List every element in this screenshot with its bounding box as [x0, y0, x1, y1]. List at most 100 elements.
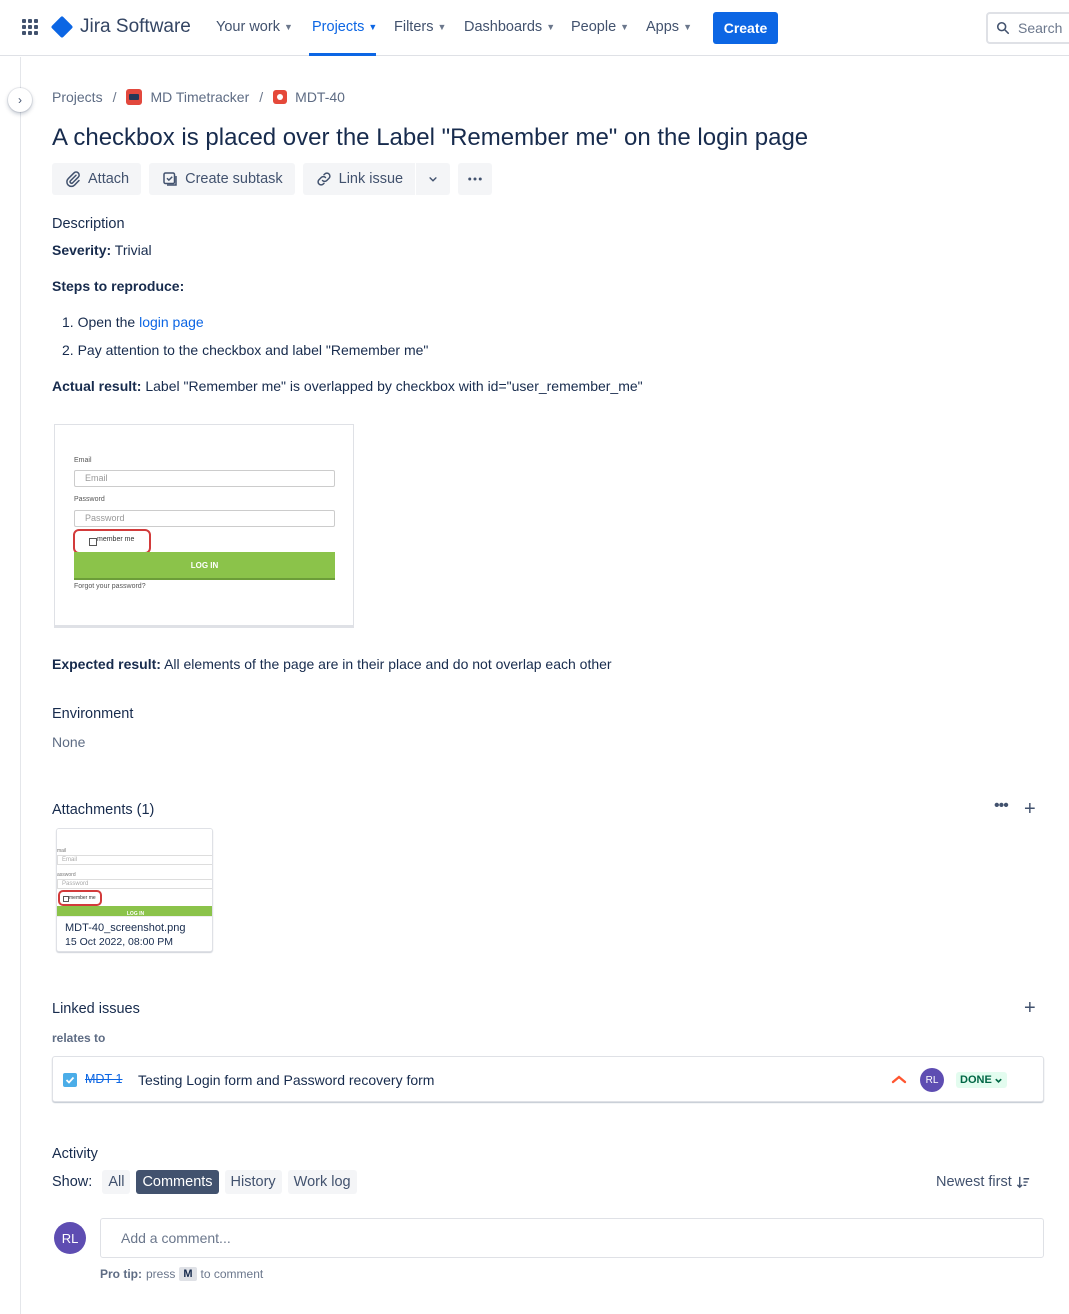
embed-login-button: LOG IN [74, 552, 335, 580]
breadcrumb-issue[interactable]: MDT-40 [273, 89, 345, 105]
step-1[interactable]: 1. Open the login page [62, 314, 204, 330]
show-label: Show: [52, 1174, 93, 1190]
breadcrumb-separator: / [259, 89, 264, 105]
environment-value[interactable]: None [52, 734, 85, 750]
embed-password-field: Password [74, 510, 335, 527]
add-attachment-button[interactable]: + [1024, 799, 1036, 819]
chevron-down-icon: ▼ [437, 22, 447, 32]
app-switcher-icon[interactable] [22, 19, 38, 35]
thumb-password-field: Password [57, 879, 212, 889]
chevron-down-icon: ▼ [546, 22, 556, 32]
embed-password-label: Password [74, 496, 105, 503]
step-2-text: Pay attention to the checkbox and label … [77, 342, 429, 358]
more-actions-button[interactable] [458, 163, 493, 195]
subtask-icon [163, 172, 177, 186]
keyboard-shortcut: M [179, 1267, 197, 1281]
steps-label: Steps to reproduce: [52, 278, 185, 294]
chevron-right-icon: › [18, 93, 22, 107]
link-issue-button[interactable]: Link issue [302, 163, 416, 195]
highlight-ring [73, 529, 151, 554]
pro-tip: Pro tip: press M to comment [100, 1267, 263, 1281]
more-icon [468, 177, 482, 181]
filter-work-log[interactable]: Work log [287, 1170, 357, 1194]
attach-button[interactable]: Attach [52, 163, 142, 195]
more-icon: ••• [994, 797, 1009, 814]
linked-issue-summary[interactable]: Testing Login form and Password recovery… [138, 1072, 434, 1088]
nav-apps[interactable]: Apps ▼ [646, 19, 692, 35]
sort-icon [1016, 1176, 1029, 1188]
thumb-email-field: Email [57, 855, 212, 865]
embedded-screenshot[interactable]: Email Email Password Password member me … [54, 424, 354, 626]
link-issue-split-button: Link issue [302, 163, 451, 195]
link-icon [317, 172, 331, 186]
nav-filters[interactable]: Filters ▼ [394, 19, 446, 35]
sidebar-rail [20, 57, 21, 1314]
login-page-link[interactable]: login page [139, 314, 204, 330]
nav-your-work[interactable]: Your work ▼ [216, 19, 293, 35]
product-name: Jira Software [80, 16, 191, 37]
nav-people[interactable]: People ▼ [571, 19, 629, 35]
thumb-password-label: assword [57, 872, 76, 878]
breadcrumb-project[interactable]: MD Timetracker [126, 89, 249, 105]
add-linked-issue-button[interactable]: + [1024, 998, 1036, 1018]
status-label: DONE [960, 1074, 992, 1086]
severity-line[interactable]: Severity: Trivial [52, 242, 152, 258]
actual-result[interactable]: Actual result: Label "Remember me" is ov… [52, 378, 643, 394]
create-subtask-label: Create subtask [185, 171, 283, 187]
chevron-down-icon [429, 177, 437, 182]
activity-filter: Show: All Comments History Work log [52, 1170, 357, 1194]
jira-logo[interactable]: Jira Software [50, 15, 191, 39]
thumb-login-button: LOG IN [57, 906, 212, 916]
chevron-down-icon: ▼ [620, 22, 630, 32]
description-heading: Description [52, 216, 125, 232]
breadcrumb-projects[interactable]: Projects [52, 89, 103, 105]
issue-key: MDT-40 [295, 89, 345, 105]
nav-label: Your work [216, 19, 280, 35]
actual-label: Actual result: [52, 378, 142, 394]
relation-type: relates to [52, 1031, 106, 1045]
nav-label: Apps [646, 19, 680, 35]
embed-email-label: Email [74, 457, 92, 464]
linked-issues-heading: Linked issues [52, 1001, 140, 1017]
top-navigation: Jira Software Your work ▼ Projects ▼ Filte… [0, 0, 1069, 56]
expected-result[interactable]: Expected result: All elements of the pag… [52, 656, 612, 672]
breadcrumb: Projects / MD Timetracker / MDT-40 [52, 89, 345, 105]
create-button[interactable]: Create [713, 12, 778, 44]
nav-dashboards[interactable]: Dashboards ▼ [464, 19, 555, 35]
step-2[interactable]: 2. Pay attention to the checkbox and lab… [62, 342, 428, 358]
paperclip-icon [66, 171, 80, 188]
sort-order-button[interactable]: Newest first [936, 1174, 1031, 1190]
current-user-avatar[interactable]: RL [54, 1222, 86, 1254]
project-icon [126, 89, 143, 105]
filter-comments[interactable]: Comments [136, 1170, 219, 1194]
filter-all[interactable]: All [102, 1170, 131, 1194]
attachments-more-button[interactable]: ••• [994, 797, 1009, 814]
status-dropdown[interactable]: DONE [956, 1072, 1007, 1088]
nav-projects[interactable]: Projects ▼ [312, 19, 377, 35]
protip-press: press [146, 1267, 176, 1281]
link-issue-dropdown-button[interactable] [416, 163, 451, 195]
nav-label: Filters [394, 19, 434, 35]
attachment-card[interactable]: mail Email assword Password member me LO… [56, 828, 213, 952]
create-subtask-button[interactable]: Create subtask [149, 163, 295, 195]
activity-heading: Activity [52, 1146, 98, 1162]
chevron-down-icon: ▼ [283, 22, 293, 32]
protip-label: Pro tip: [100, 1267, 142, 1281]
comment-input[interactable]: Add a comment... [100, 1218, 1044, 1258]
attachment-date: 15 Oct 2022, 08:00 PM [65, 936, 173, 948]
expand-sidebar-button[interactable]: › [8, 88, 32, 112]
search-input[interactable]: Search [986, 12, 1069, 44]
nav-label: People [571, 19, 617, 35]
breadcrumb-separator: / [112, 89, 117, 105]
task-icon [63, 1073, 77, 1087]
environment-heading: Environment [52, 706, 134, 722]
linked-issue-key[interactable]: MDT-1 [85, 1072, 123, 1086]
filter-history[interactable]: History [224, 1170, 282, 1194]
assignee-avatar[interactable]: RL [920, 1068, 944, 1092]
issue-title[interactable]: A checkbox is placed over the Label "Rem… [52, 124, 1052, 152]
embed-forgot-link: Forgot your password? [74, 583, 146, 590]
steps-heading[interactable]: Steps to reproduce: [52, 278, 184, 294]
thumb-email-label: mail [57, 848, 67, 854]
linked-issue-row[interactable]: MDT-1 Testing Login form and Password re… [52, 1056, 1044, 1102]
actual-value: Label "Remember me" is overlapped by che… [145, 378, 643, 394]
